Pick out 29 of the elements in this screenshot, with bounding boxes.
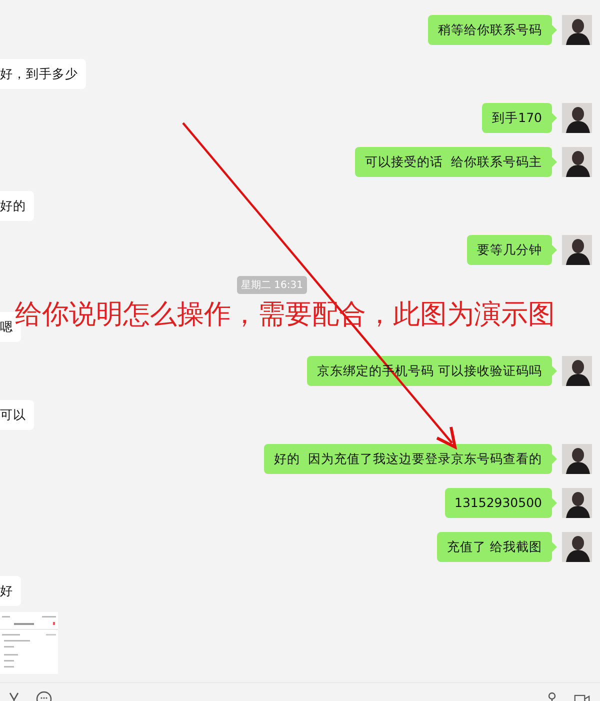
bubble-tail [552,157,557,167]
message-bubble: 13152930500 [444,488,552,518]
bubble-tail [552,366,557,376]
message-bubble: 好，到手多少 [0,59,86,89]
bubble-tail [552,454,557,464]
bubble-tail [552,245,557,255]
avatar-icon[interactable] [562,356,592,386]
message-bubble: 好的 因为充值了我这边要登录京东号码查看的 [264,444,552,474]
avatar-icon[interactable] [562,147,592,177]
message-bubble: 好的 [0,191,34,221]
avatar-icon[interactable] [562,488,592,518]
bubble-tail [552,498,557,508]
bubble-tail [552,542,557,552]
message-bubble: 到手170 [482,103,552,133]
message-bubble: 好 [0,576,21,606]
avatar-icon[interactable] [562,15,592,45]
avatar-icon[interactable] [562,444,592,474]
message-bubble: 可以接受的话 给你联系号码主 [355,147,552,177]
message-bubble: 稍等给你联系号码 [428,15,552,45]
avatar-icon[interactable] [562,235,592,265]
avatar-icon[interactable] [562,103,592,133]
message-bubble: 可以 [0,400,34,430]
timestamp: 星期二 16:31 [237,276,307,294]
avatar-icon[interactable] [562,532,592,562]
bubble-tail [552,25,557,35]
message-bubble: 充值了 给我截图 [437,532,552,562]
screenshot-thumbnail[interactable] [0,612,58,674]
message-bubble: 要等几分钟 [467,235,552,265]
bubble-tail [552,113,557,123]
